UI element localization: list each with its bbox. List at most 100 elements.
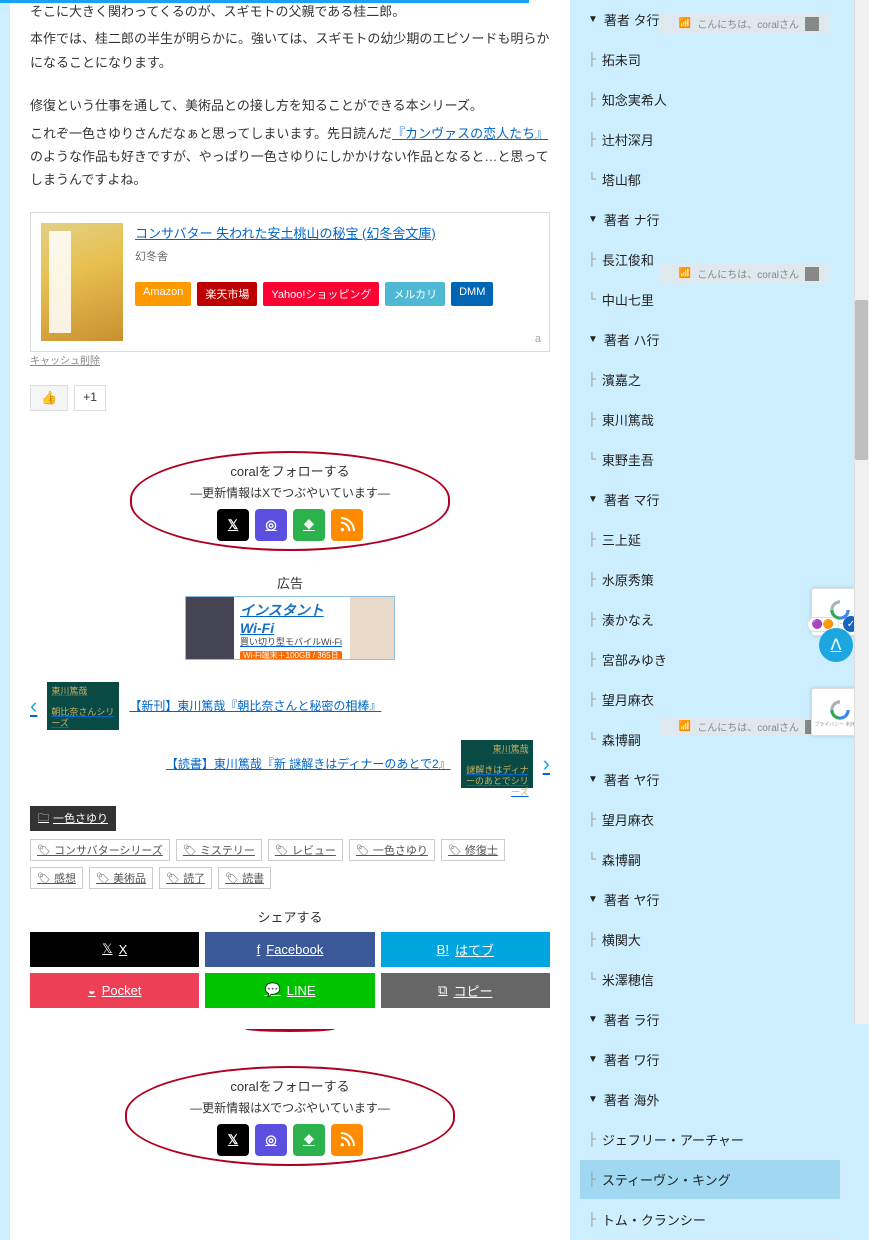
avatar bbox=[805, 267, 819, 281]
sidebar-item[interactable]: └東野圭吾 bbox=[580, 440, 840, 480]
tag-chip[interactable]: 🏷 修復士 bbox=[441, 839, 505, 861]
sidebar-item-label: スティーヴン・キング bbox=[602, 1170, 731, 1189]
sidebar-item[interactable]: ├トム・クランシー bbox=[580, 1200, 840, 1240]
next-post-link[interactable]: 【読書】東川篤哉『新 謎解きはディナーのあとで2』 東川篤哉謎解きはディナーのあ… bbox=[30, 740, 550, 788]
like-button[interactable]: 👍 bbox=[30, 385, 68, 411]
sidebar-heading[interactable]: ▼著者 マ行 bbox=[580, 480, 840, 520]
tag-chip[interactable]: 🏷 レビュー bbox=[268, 839, 343, 861]
sidebar-item-label: 望月麻衣 bbox=[602, 810, 654, 829]
prev-post-title: 【新刊】東川篤哉『朝比奈さんと秘密の相棒』 bbox=[129, 697, 550, 714]
share-hatena-button[interactable]: B!はてブ bbox=[381, 932, 550, 967]
share-copy-button[interactable]: ⧉コピー bbox=[381, 973, 550, 1008]
triangle-down-icon: ▼ bbox=[588, 1014, 598, 1025]
follow-title: coralをフォローする bbox=[150, 461, 430, 480]
sidebar-item[interactable]: ├望月麻衣 bbox=[580, 680, 840, 720]
shop-mercari-button[interactable]: メルカリ bbox=[385, 282, 445, 306]
tag-chip[interactable]: 🏷 感想 bbox=[30, 867, 83, 889]
page-progress-fill bbox=[0, 0, 529, 3]
hatena-icon: B! bbox=[437, 942, 449, 957]
sns-rss-icon[interactable] bbox=[331, 1124, 363, 1156]
sidebar-item-label: 塔山郁 bbox=[602, 170, 641, 189]
tag-chip[interactable]: 🏷 ミステリー bbox=[176, 839, 262, 861]
sidebar-item[interactable]: └森博嗣 bbox=[580, 840, 840, 880]
share-x-button[interactable]: 𝕏X bbox=[30, 932, 199, 967]
sidebar-heading[interactable]: ▼著者 ヤ行 bbox=[580, 760, 840, 800]
sidebar-item[interactable]: ├ジェフリー・アーチャー bbox=[580, 1120, 840, 1160]
sidebar-author-list: ▼著者 タ行├拓未司├知念実希人├辻村深月└塔山郁▼著者 ナ行├長江俊和└中山七… bbox=[580, 0, 840, 1240]
sidebar-item[interactable]: └塔山郁 bbox=[580, 160, 840, 200]
shop-rakuten-button[interactable]: 楽天市場 bbox=[197, 282, 257, 306]
sns-x-icon[interactable]: 𝕏 bbox=[217, 1124, 249, 1156]
sidebar-item[interactable]: ├湊かなえ bbox=[580, 600, 840, 640]
sidebar-item[interactable]: ├望月麻衣 bbox=[580, 800, 840, 840]
shop-amazon-button[interactable]: Amazon bbox=[135, 282, 191, 306]
tag-row: 🏷 コンサバターシリーズ 🏷 ミステリー 🏷 レビュー 🏷 一色さゆり 🏷 修復士 🏷 感… bbox=[30, 839, 550, 889]
shop-yahoo-button[interactable]: Yahoo!ショッピング bbox=[263, 282, 379, 306]
sidebar-item-label: 東川篤哉 bbox=[602, 410, 654, 429]
sns-instagram-icon[interactable]: ◎ bbox=[255, 1124, 287, 1156]
share-pocket-button[interactable]: ◒Pocket bbox=[30, 973, 199, 1008]
pocket-icon: ◒ bbox=[88, 983, 96, 998]
scrollbar-thumb[interactable] bbox=[855, 300, 868, 460]
sidebar-item-label: 湊かなえ bbox=[602, 610, 654, 629]
sidebar-heading[interactable]: ▼著者 ラ行 bbox=[580, 1000, 840, 1040]
sidebar-item[interactable]: ├宮部みゆき bbox=[580, 640, 840, 680]
product-title-link[interactable]: コンサバター 失われた安土桃山の秘宝 (幻冬舎文庫) bbox=[135, 226, 436, 241]
shop-dmm-button[interactable]: DMM bbox=[451, 282, 493, 306]
cache-delete-link[interactable]: キャッシュ削除 bbox=[30, 356, 100, 367]
sidebar-item[interactable]: ├三上延 bbox=[580, 520, 840, 560]
sidebar-item-label: 著者 海外 bbox=[604, 1090, 660, 1109]
sidebar-item[interactable]: ├知念実希人 bbox=[580, 80, 840, 120]
sidebar-item[interactable]: └米澤穂信 bbox=[580, 960, 840, 1000]
prev-post-link[interactable]: ‹ 東川篤哉朝比奈さんシリーズ 【新刊】東川篤哉『朝比奈さんと秘密の相棒』 bbox=[30, 682, 550, 730]
sidebar-item[interactable]: ├辻村深月 bbox=[580, 120, 840, 160]
share-facebook-button[interactable]: fFacebook bbox=[205, 932, 374, 967]
sidebar-item[interactable]: ├濱嘉之 bbox=[580, 360, 840, 400]
sidebar-item[interactable]: ├横関大 bbox=[580, 920, 840, 960]
scrollbar-track[interactable] bbox=[854, 0, 869, 1024]
sns-x-icon[interactable]: 𝕏 bbox=[217, 509, 249, 541]
decorative-arc bbox=[245, 1026, 335, 1032]
sns-instagram-icon[interactable]: ◎ bbox=[255, 509, 287, 541]
sidebar-item[interactable]: ├スティーヴン・キング bbox=[580, 1160, 840, 1200]
follow-box: coralをフォローする ―更新情報はXでつぶやいています― 𝕏 ◎ ❖ bbox=[130, 451, 450, 551]
sns-feedly-icon[interactable]: ❖ bbox=[293, 1124, 325, 1156]
sidebar-heading[interactable]: ▼著者 ハ行 bbox=[580, 320, 840, 360]
sidebar-item-label: 濱嘉之 bbox=[602, 370, 641, 389]
greeting-toast: 📶こんにちは、coralさん bbox=[659, 14, 829, 33]
tag-chip[interactable]: 🏷 読了 bbox=[159, 867, 212, 889]
category-chip[interactable]: 🗀一色さゆり bbox=[30, 806, 116, 831]
sidebar-item[interactable]: ├東川篤哉 bbox=[580, 400, 840, 440]
tag-chip[interactable]: 🏷 読書 bbox=[218, 867, 271, 889]
tag-chip[interactable]: 🏷 コンサバターシリーズ bbox=[30, 839, 170, 861]
sidebar-item-label: 水原秀策 bbox=[602, 570, 654, 589]
sidebar-heading[interactable]: ▼著者 海外 bbox=[580, 1080, 840, 1120]
x-icon: 𝕏 bbox=[102, 941, 112, 957]
sidebar-item-label: 著者 ヤ行 bbox=[604, 890, 660, 909]
sidebar-item[interactable]: └中山七里 bbox=[580, 280, 840, 320]
share-heading: シェアする bbox=[30, 907, 550, 926]
tag-chip[interactable]: 🏷 一色さゆり bbox=[349, 839, 435, 861]
sidebar-item[interactable]: ├拓未司 bbox=[580, 40, 840, 80]
triangle-down-icon: ▼ bbox=[588, 14, 598, 25]
scroll-to-top-button[interactable]: ᐱ bbox=[819, 628, 853, 662]
follow-box-bottom: coralをフォローする ―更新情報はXでつぶやいています― 𝕏 ◎ ❖ bbox=[125, 1066, 455, 1166]
ad-title: インスタントWi-Fi bbox=[240, 601, 344, 637]
ad-banner[interactable]: インスタントWi-Fi 買い切り型モバイルWi-Fi Wi-Fi端末＋100GB… bbox=[185, 596, 395, 660]
sidebar-item-label: 著者 マ行 bbox=[604, 490, 660, 509]
inline-link-canvas[interactable]: 『カンヴァスの恋人たち』 bbox=[392, 126, 548, 141]
product-cover-image[interactable] bbox=[41, 223, 123, 341]
share-line-button[interactable]: 💬LINE bbox=[205, 973, 374, 1008]
sidebar-item-label: トム・クランシー bbox=[602, 1210, 706, 1229]
sidebar-item[interactable]: ├水原秀策 bbox=[580, 560, 840, 600]
copy-icon: ⧉ bbox=[438, 982, 447, 998]
sidebar-heading[interactable]: ▼著者 ワ行 bbox=[580, 1040, 840, 1080]
product-card: コンサバター 失われた安土桃山の秘宝 (幻冬舎文庫) 幻冬舎 Amazon 楽天… bbox=[30, 212, 550, 352]
sidebar-heading[interactable]: ▼著者 ナ行 bbox=[580, 200, 840, 240]
sidebar-item-label: 著者 ワ行 bbox=[604, 1050, 660, 1069]
tag-chip[interactable]: 🏷 美術品 bbox=[89, 867, 153, 889]
sidebar-heading[interactable]: ▼著者 ヤ行 bbox=[580, 880, 840, 920]
article-paragraph: 修復という仕事を通して、美術品との接し方を知ることができる本シリーズ。 bbox=[30, 94, 550, 117]
sns-feedly-icon[interactable]: ❖ bbox=[293, 509, 325, 541]
sns-rss-icon[interactable] bbox=[331, 509, 363, 541]
